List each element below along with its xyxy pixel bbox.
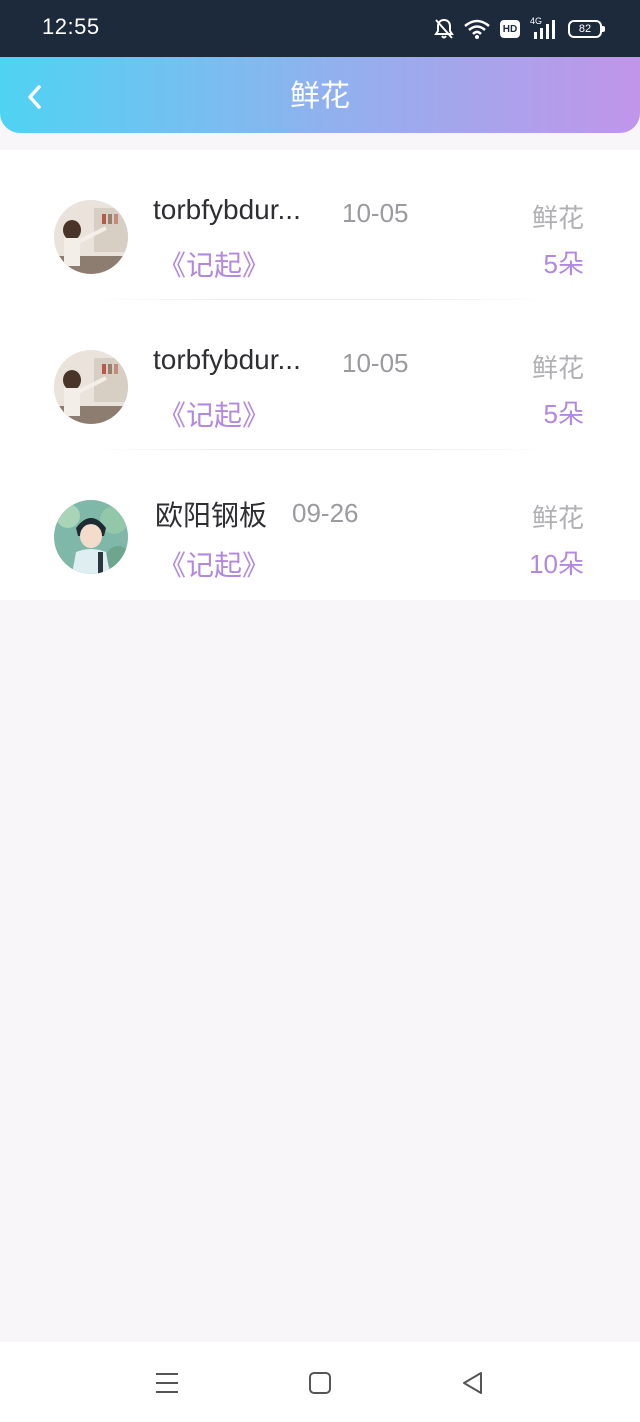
page-title: 鲜花: [290, 79, 350, 114]
system-back-button[interactable]: [458, 1368, 488, 1398]
gift-type: 鲜花: [531, 504, 584, 534]
app-header: 鲜花: [0, 57, 640, 133]
avatar[interactable]: [54, 500, 128, 574]
gift-list-item[interactable]: 欧阳钢板 09-26 《记起》 鲜花 10朵: [0, 450, 640, 600]
gift-list: torbfybdur... 10-05 《记起》 鲜花 5朵 torbfybdu…: [0, 150, 640, 600]
work-title[interactable]: 《记起》: [158, 244, 270, 284]
gift-date: 10-05: [342, 348, 409, 378]
page: 12:55 HD 4G 82 鲜花 torbfybdur... 10-05 《记…: [0, 0, 640, 1422]
gift-type: 鲜花: [531, 354, 584, 384]
gift-date: 09-26: [292, 498, 359, 528]
system-nav-bar: [0, 1342, 640, 1422]
home-button[interactable]: [305, 1368, 335, 1398]
status-time: 12:55: [42, 14, 100, 39]
gift-type: 鲜花: [531, 204, 584, 234]
gift-list-item[interactable]: torbfybdur... 10-05 《记起》 鲜花 5朵: [0, 150, 640, 300]
avatar[interactable]: [54, 200, 128, 274]
user-name: 欧阳钢板: [155, 500, 268, 531]
signal-icon: 4G: [530, 16, 558, 40]
user-name: torbfybdur...: [153, 344, 301, 375]
user-name: torbfybdur...: [153, 194, 301, 225]
work-title[interactable]: 《记起》: [158, 394, 270, 434]
gift-count: 5朵: [543, 249, 584, 279]
work-title[interactable]: 《记起》: [158, 544, 270, 584]
status-icons: HD 4G 82: [434, 16, 605, 42]
gift-count: 5朵: [543, 399, 584, 429]
triangle-back-icon: [463, 1372, 482, 1394]
wifi-icon: [464, 19, 490, 39]
square-home-icon: [309, 1372, 331, 1394]
hd-badge: HD: [500, 20, 520, 38]
status-bar: 12:55 HD 4G 82: [0, 0, 640, 57]
gift-list-item[interactable]: torbfybdur... 10-05 《记起》 鲜花 5朵: [0, 300, 640, 450]
gift-date: 10-05: [342, 198, 409, 228]
battery-indicator: 82: [568, 20, 605, 38]
menu-icon: [156, 1373, 178, 1393]
bell-off-icon: [434, 18, 454, 40]
avatar[interactable]: [54, 350, 128, 424]
menu-button[interactable]: [152, 1368, 182, 1398]
gift-count: 10朵: [529, 549, 584, 579]
